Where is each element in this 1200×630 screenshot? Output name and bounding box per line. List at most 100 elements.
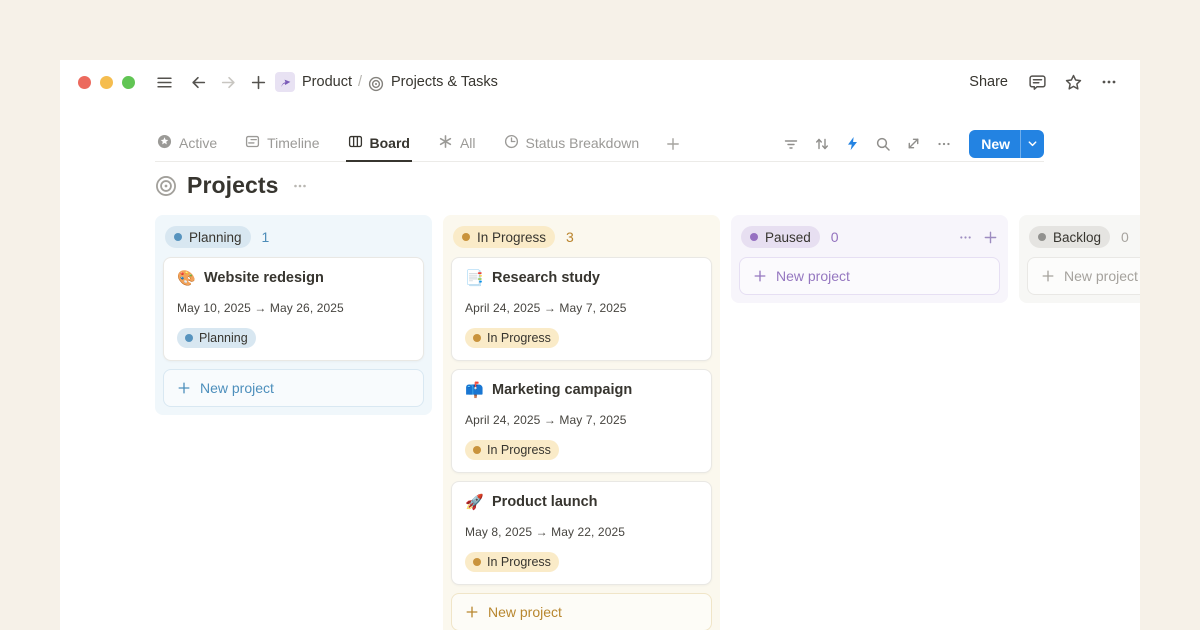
card-date-range: May 8, 2025 → May 22, 2025 (465, 525, 698, 539)
page-more-icon[interactable] (291, 177, 309, 195)
close-window-button[interactable] (78, 76, 91, 89)
app-window: Product / Projects & Tasks Share Active (60, 60, 1140, 630)
expand-icon[interactable] (906, 136, 921, 151)
card-title: Research study (492, 270, 600, 286)
card-status-label: Planning (199, 331, 248, 345)
tab-label: Status Breakdown (526, 135, 640, 151)
card-date-range: April 24, 2025 → May 7, 2025 (465, 301, 698, 315)
board-icon (348, 134, 363, 152)
status-dot (473, 446, 481, 454)
column-status-pill[interactable]: Backlog (1029, 226, 1110, 248)
bolt-icon[interactable] (845, 136, 860, 151)
tab-label: Timeline (267, 135, 319, 151)
status-dot (174, 233, 182, 241)
clock-pie-icon (504, 134, 519, 152)
new-button-label: New (969, 136, 1020, 152)
card-status-pill: In Progress (465, 552, 559, 572)
card-status-label: In Progress (487, 331, 551, 345)
tab-timeline[interactable]: Timeline (243, 126, 321, 162)
project-card[interactable]: 🚀 Product launch May 8, 2025 → May 22, 2… (451, 481, 712, 585)
tab-label: All (460, 135, 476, 151)
tab-label: Board (370, 135, 410, 151)
zoom-window-button[interactable] (122, 76, 135, 89)
status-dot (185, 334, 193, 342)
status-dot (473, 334, 481, 342)
new-project-label: New project (776, 268, 850, 284)
kanban-board: Planning 1 🎨 Website redesign May 10, 20… (155, 215, 1140, 630)
view-tabs-bar: Active Timeline Board All Status Breakdo… (155, 126, 1044, 162)
new-project-button[interactable]: New project (1027, 257, 1140, 295)
card-emoji: 🚀 (465, 495, 483, 510)
menu-icon[interactable] (151, 69, 177, 95)
workspace-icon[interactable] (275, 72, 295, 92)
column-name: Planning (189, 230, 242, 245)
new-project-button[interactable]: New project (451, 593, 712, 630)
new-project-label: New project (488, 604, 562, 620)
tab-status-breakdown[interactable]: Status Breakdown (502, 126, 642, 162)
column-name: Backlog (1053, 230, 1101, 245)
chevron-down-icon[interactable] (1020, 130, 1044, 158)
column-count: 0 (831, 229, 839, 245)
target-icon (155, 175, 177, 197)
card-status-pill: In Progress (465, 440, 559, 460)
column-planning: Planning 1 🎨 Website redesign May 10, 20… (155, 215, 432, 415)
column-header: In Progress 3 (451, 223, 712, 257)
sort-icon[interactable] (814, 136, 830, 152)
column-name: In Progress (477, 230, 546, 245)
share-button[interactable]: Share (963, 71, 1014, 93)
column-header: Planning 1 (163, 223, 424, 257)
page-title: Projects (187, 172, 279, 199)
tab-board[interactable]: Board (346, 126, 412, 162)
column-status-pill[interactable]: In Progress (453, 226, 555, 248)
back-icon[interactable] (185, 69, 211, 95)
view-tools: New (783, 130, 1044, 158)
column-more-icon[interactable] (958, 230, 973, 245)
breadcrumb-separator: / (358, 74, 362, 90)
project-card[interactable]: 📑 Research study April 24, 2025 → May 7,… (451, 257, 712, 361)
column-header: Paused 0 (739, 223, 1000, 257)
card-status-pill: In Progress (465, 328, 559, 348)
filter-icon[interactable] (783, 136, 799, 152)
card-title: Marketing campaign (492, 382, 632, 398)
project-card[interactable]: 🎨 Website redesign May 10, 2025 → May 26… (163, 257, 424, 361)
tab-all[interactable]: All (436, 126, 478, 162)
column-header: Backlog 0 (1027, 223, 1140, 257)
target-icon (368, 76, 384, 92)
comment-icon[interactable] (1024, 69, 1050, 95)
tab-active[interactable]: Active (155, 126, 219, 162)
card-date-range: May 10, 2025 → May 26, 2025 (177, 301, 410, 315)
more-icon[interactable] (1096, 69, 1122, 95)
card-emoji: 📫 (465, 383, 483, 398)
add-view-button[interactable] (665, 126, 681, 162)
minimize-window-button[interactable] (100, 76, 113, 89)
column-count: 0 (1121, 229, 1129, 245)
column-add-icon[interactable] (983, 230, 998, 245)
new-project-label: New project (200, 380, 274, 396)
project-card[interactable]: 📫 Marketing campaign April 24, 2025 → Ma… (451, 369, 712, 473)
column-count: 3 (566, 229, 574, 245)
breadcrumb-workspace[interactable]: Product (302, 74, 352, 90)
new-button[interactable]: New (969, 130, 1044, 158)
card-date-range: April 24, 2025 → May 7, 2025 (465, 413, 698, 427)
status-dot (473, 558, 481, 566)
window-controls (78, 76, 135, 89)
column-status-pill[interactable]: Planning (165, 226, 251, 248)
column-status-pill[interactable]: Paused (741, 226, 820, 248)
plus-icon (465, 605, 479, 619)
plus-icon (177, 381, 191, 395)
forward-icon[interactable] (215, 69, 241, 95)
search-icon[interactable] (875, 136, 891, 152)
favorite-icon[interactable] (1060, 69, 1086, 95)
titlebar: Product / Projects & Tasks Share (60, 60, 1140, 104)
breadcrumb-page[interactable]: Projects & Tasks (391, 74, 498, 90)
status-dot (750, 233, 758, 241)
view-more-icon[interactable] (936, 136, 952, 152)
plus-icon (1041, 269, 1055, 283)
new-project-label: New project (1064, 268, 1138, 284)
new-project-button[interactable]: New project (163, 369, 424, 407)
new-tab-icon[interactable] (245, 69, 271, 95)
new-project-button[interactable]: New project (739, 257, 1000, 295)
column-backlog: Backlog 0 New project (1019, 215, 1140, 303)
column-in-progress: In Progress 3 📑 Research study April 24,… (443, 215, 720, 630)
star-circle-icon (157, 134, 172, 152)
